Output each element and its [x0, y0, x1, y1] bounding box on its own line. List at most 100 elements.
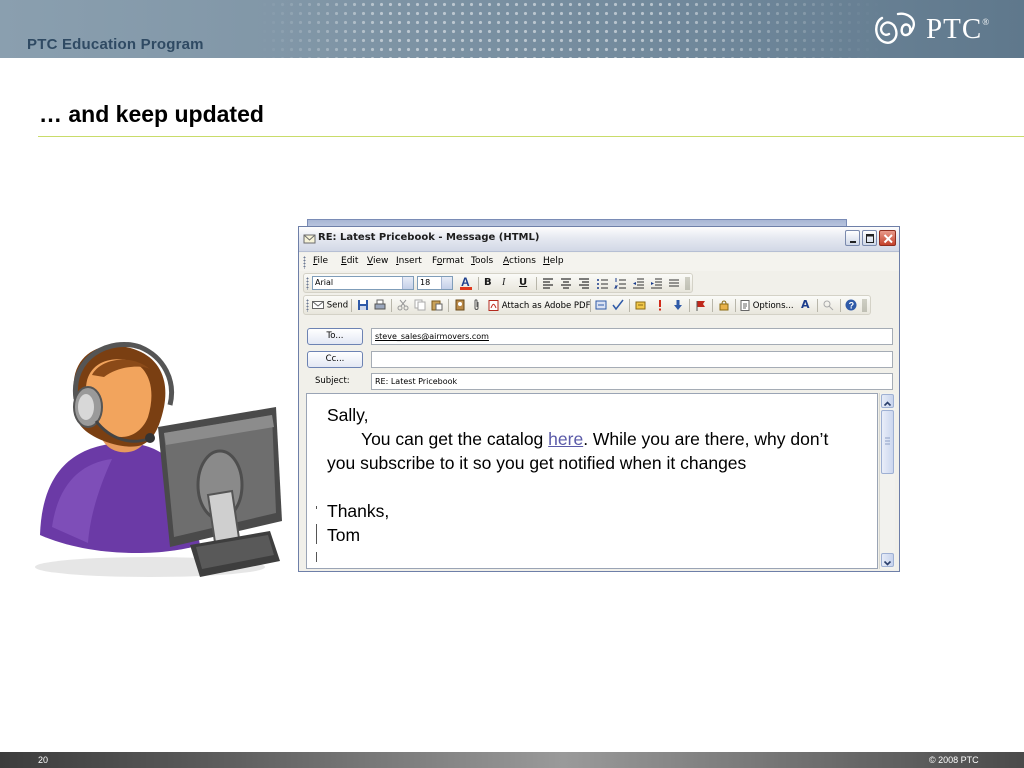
signature: Tom	[327, 525, 361, 545]
signature-icon[interactable]	[635, 299, 647, 311]
options-button[interactable]: Options...	[740, 300, 794, 311]
message-header: To... steve_sales@airmovers.com Cc... Su…	[299, 319, 899, 393]
grip-lines-icon	[885, 437, 890, 445]
numbering-icon[interactable]	[614, 277, 626, 289]
high-importance-icon[interactable]	[654, 299, 666, 311]
toolbar-overflow-button[interactable]	[862, 299, 867, 312]
font-name-select[interactable]: Arial	[312, 276, 414, 290]
check-names-icon[interactable]	[595, 299, 607, 311]
font-size-select[interactable]: 18	[417, 276, 453, 290]
address-book-icon[interactable]	[454, 299, 466, 311]
menu-tools[interactable]: Tools	[471, 256, 493, 266]
bold-button[interactable]: B	[484, 277, 492, 288]
align-right-icon[interactable]	[578, 277, 590, 289]
scroll-up-button[interactable]	[881, 394, 894, 408]
catalog-link[interactable]: here	[548, 429, 583, 449]
toolbar-separator	[351, 299, 352, 312]
banner-dot-pattern	[260, 0, 880, 58]
increase-indent-icon[interactable]	[650, 277, 662, 289]
window-titlebar[interactable]: RE: Latest Pricebook - Message (HTML)	[299, 227, 899, 252]
body-text-before-link: You can get the catalog	[361, 429, 549, 449]
send-icon	[312, 301, 324, 309]
menu-edit[interactable]: Edit	[341, 256, 358, 266]
text-cursor-marks	[316, 506, 317, 562]
program-name: PTC Education Program	[27, 36, 204, 53]
menu-format[interactable]: Format	[432, 256, 464, 266]
send-label: Send	[326, 300, 349, 311]
chevron-down-icon[interactable]	[441, 277, 452, 289]
italic-button[interactable]: I	[502, 277, 505, 288]
subject-field[interactable]: RE: Latest Pricebook	[371, 373, 893, 390]
align-center-icon[interactable]	[560, 277, 572, 289]
maximize-button[interactable]	[862, 230, 877, 246]
toolbar-separator	[689, 299, 690, 312]
svg-text:A: A	[461, 275, 470, 289]
low-importance-icon[interactable]	[672, 299, 684, 311]
toolbar-grip[interactable]	[306, 277, 309, 290]
help-icon[interactable]: ?	[845, 299, 857, 311]
research-icon[interactable]	[822, 299, 834, 311]
print-icon[interactable]	[374, 299, 386, 311]
menu-view[interactable]: View	[367, 256, 388, 266]
options-icon	[740, 300, 750, 311]
copy-icon[interactable]	[414, 299, 426, 311]
scroll-thumb[interactable]	[881, 410, 894, 474]
body-paragraph: You can get the catalog here. While you …	[327, 427, 852, 475]
menu-insert[interactable]: Insert	[396, 256, 422, 266]
subject-label: Subject:	[315, 376, 350, 386]
message-window[interactable]: RE: Latest Pricebook - Message (HTML) Fi…	[298, 226, 900, 572]
cut-icon[interactable]	[397, 299, 409, 311]
chevron-down-icon[interactable]	[402, 277, 413, 289]
flag-icon[interactable]	[695, 299, 707, 311]
close-button[interactable]	[879, 230, 896, 246]
decrease-indent-icon[interactable]	[632, 277, 644, 289]
font-button[interactable]: A	[801, 298, 810, 311]
page-number: 20	[38, 755, 49, 765]
save-icon[interactable]	[357, 299, 369, 311]
menu-actions[interactable]: Actions	[503, 256, 536, 266]
underline-button[interactable]: U	[519, 277, 527, 288]
cc-button[interactable]: Cc...	[307, 351, 363, 368]
toolbar-separator	[840, 299, 841, 312]
toolbar-separator	[391, 299, 392, 312]
formatting-toolbar: Arial 18 A B I U	[303, 273, 693, 293]
font-color-button[interactable]: A	[459, 275, 473, 294]
ptc-logo-text: PTC®	[926, 13, 991, 45]
font-size-value: 18	[420, 278, 431, 287]
permission-icon[interactable]	[718, 299, 730, 311]
toolbar-overflow-button[interactable]	[685, 277, 690, 290]
vertical-scrollbar[interactable]	[879, 393, 895, 569]
menu-help[interactable]: Help	[543, 256, 564, 266]
send-button[interactable]: Send	[312, 300, 348, 311]
bullets-icon[interactable]	[596, 277, 608, 289]
attach-icon[interactable]	[471, 299, 483, 311]
cc-field[interactable]	[371, 351, 893, 368]
spelling-icon[interactable]	[612, 299, 624, 311]
message-body-text[interactable]: Sally, You can get the catalog here. Whi…	[327, 403, 852, 547]
toolbar-separator	[478, 277, 479, 290]
align-left-icon[interactable]	[542, 277, 554, 289]
message-body[interactable]: Sally, You can get the catalog here. Whi…	[306, 393, 878, 569]
to-field[interactable]: steve_sales@airmovers.com	[371, 328, 893, 345]
paste-icon[interactable]	[431, 299, 443, 311]
toolbar-separator	[712, 299, 713, 312]
font-button-label: A	[801, 298, 810, 311]
toolbar-grip[interactable]	[306, 299, 309, 312]
attach-pdf-button[interactable]: Attach as Adobe PDF	[488, 300, 591, 311]
toolbar-separator	[590, 299, 591, 312]
menubar-grip[interactable]	[303, 256, 306, 269]
toolbar-separator	[629, 299, 630, 312]
menu-bar: File Edit View Insert Format Tools Actio…	[299, 253, 899, 271]
close-icon	[883, 234, 893, 244]
maximize-icon	[866, 234, 874, 243]
to-button[interactable]: To...	[307, 328, 363, 345]
menu-file[interactable]: File	[313, 256, 328, 266]
support-agent-illustration	[35, 341, 282, 577]
minimize-button[interactable]	[845, 230, 860, 246]
window-title: RE: Latest Pricebook - Message (HTML)	[318, 232, 540, 243]
scroll-down-button[interactable]	[881, 553, 894, 567]
line-style-icon[interactable]	[668, 277, 680, 289]
footer-bar: 20 © 2008 PTC	[0, 752, 1024, 768]
chevron-up-icon	[883, 401, 892, 407]
